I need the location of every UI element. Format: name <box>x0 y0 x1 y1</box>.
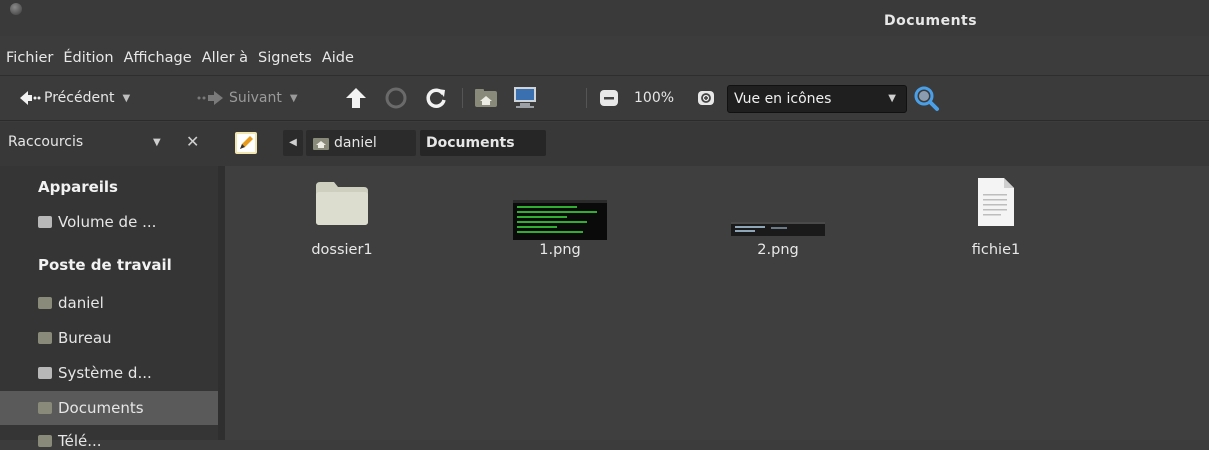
drive-icon <box>38 216 52 228</box>
home-folder-icon <box>38 297 52 309</box>
search-icon <box>914 86 939 111</box>
breadcrumb-current[interactable]: Documents <box>420 130 546 156</box>
file-name: dossier1 <box>311 242 373 258</box>
sidebar-item-system[interactable]: Système d... <box>38 364 152 382</box>
back-button[interactable]: Précédent ▼ <box>18 76 130 120</box>
breadcrumb-current-label: Documents <box>426 135 515 151</box>
window-title: Documents <box>884 13 978 29</box>
forward-dropdown-icon[interactable]: ▼ <box>290 93 298 104</box>
home-folder-icon <box>313 138 329 150</box>
sidebar-item-volume[interactable]: Volume de ... <box>38 213 156 231</box>
view-mode-select[interactable]: Vue en icônes ▼ <box>727 85 907 113</box>
forward-label: Suivant <box>229 90 282 106</box>
forward-button[interactable]: Suivant ▼ <box>196 76 298 120</box>
menu-aller-a[interactable]: Aller à <box>196 44 252 72</box>
image-thumbnail-icon <box>731 222 825 236</box>
view-mode-label: Vue en icônes <box>734 91 832 107</box>
sidebar-item-documents[interactable]: Documents <box>38 399 144 417</box>
breadcrumb-back-arrow[interactable]: ◀ <box>283 130 303 156</box>
toolbar-separator <box>586 88 587 108</box>
drive-icon <box>38 367 52 379</box>
back-arrow-icon <box>20 91 41 105</box>
sidebar-title: Raccourcis <box>8 134 84 150</box>
sidebar-splitter[interactable] <box>218 166 225 440</box>
zoom-out-button[interactable] <box>598 76 620 120</box>
sidebar-section-computer: Poste de travail <box>38 256 172 274</box>
file-view: dossier1 1.png 2.png fichie1 <box>225 166 1209 440</box>
zoom-level: 100% <box>634 76 674 120</box>
breadcrumb-home-label: daniel <box>334 135 377 151</box>
close-sidebar-icon[interactable]: ✕ <box>186 132 199 151</box>
menu-edition[interactable]: Édition <box>57 44 117 72</box>
sidebar-item-label: daniel <box>58 294 104 312</box>
sidebar-item-label: Télé... <box>58 432 102 450</box>
home-button[interactable] <box>474 76 498 120</box>
sidebar-item-label: Volume de ... <box>58 213 157 231</box>
sidebar-item-bureau[interactable]: Bureau <box>38 329 112 347</box>
file-name: fichie1 <box>971 242 1021 258</box>
reload-button[interactable] <box>424 76 448 120</box>
title-bar: Documents <box>0 0 1209 36</box>
sidebar-item-label: Bureau <box>58 329 112 347</box>
menu-aide[interactable]: Aide <box>316 44 358 72</box>
forward-arrow-icon <box>197 91 223 105</box>
zoom-in-button[interactable] <box>695 76 717 120</box>
sidebar-header: Raccourcis ▼ ✕ <box>0 122 218 166</box>
file-name: 1.png <box>539 242 581 258</box>
sidebar-item-downloads[interactable]: Télé... <box>38 432 102 450</box>
zoom-value: 100% <box>634 90 675 106</box>
window-close-button[interactable] <box>10 3 22 15</box>
sidebar-section-devices: Appareils <box>38 178 118 196</box>
desktop-folder-icon <box>38 332 52 344</box>
toolbar-separator <box>462 88 463 108</box>
menu-fichier[interactable]: Fichier <box>0 44 57 72</box>
up-button[interactable] <box>344 76 368 120</box>
image-thumbnail-icon <box>513 200 607 240</box>
folder-icon <box>316 182 368 225</box>
computer-button[interactable] <box>512 76 538 120</box>
folder-icon <box>38 435 52 447</box>
back-dropdown-icon[interactable]: ▼ <box>122 93 130 104</box>
breadcrumb-home[interactable]: daniel <box>306 130 416 156</box>
zoom-out-icon <box>600 90 618 106</box>
search-button[interactable] <box>912 76 940 120</box>
edit-location-button[interactable] <box>234 131 258 159</box>
sidebar-type-dropdown-icon[interactable]: ▼ <box>153 137 161 148</box>
up-arrow-icon <box>346 88 366 108</box>
sidebar-item-label: Documents <box>58 399 144 417</box>
computer-icon <box>514 87 536 108</box>
toolbar: Précédent ▼ Suivant ▼ 100% <box>0 75 1209 121</box>
sidebar-item-daniel[interactable]: daniel <box>38 294 104 312</box>
documents-folder-icon <box>38 402 52 414</box>
stop-button[interactable] <box>384 76 408 120</box>
menu-affichage[interactable]: Affichage <box>118 44 196 72</box>
home-folder-icon <box>475 89 497 107</box>
view-mode-dropdown-icon: ▼ <box>888 93 896 104</box>
edit-location-icon <box>235 132 257 154</box>
stop-icon <box>385 87 407 109</box>
zoom-in-icon <box>698 91 714 105</box>
sidebar: Appareils Volume de ... Poste de travail… <box>0 166 218 450</box>
sidebar-item-label: Système d... <box>58 364 152 382</box>
menu-bar: Fichier Édition Affichage Aller à Signet… <box>0 44 358 72</box>
back-label: Précédent <box>44 90 115 106</box>
menu-signets[interactable]: Signets <box>252 44 316 72</box>
text-file-icon <box>978 178 1014 226</box>
location-bar: Raccourcis ▼ ✕ ◀ daniel Documents <box>0 122 1209 166</box>
reload-icon <box>426 88 446 108</box>
file-name: 2.png <box>757 242 799 258</box>
